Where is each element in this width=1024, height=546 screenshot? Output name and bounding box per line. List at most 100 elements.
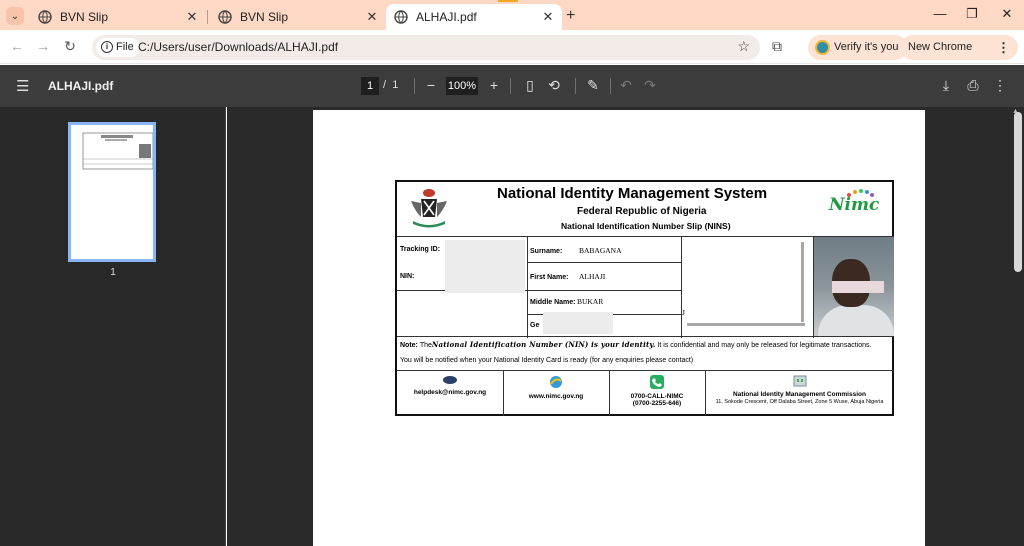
tab-strip: ⌄ BVN Slip ✕ BVN Slip ✕ ALHAJI.pdf ✕ + —… [0, 0, 1024, 30]
rotate-icon: ⟲ [548, 77, 560, 93]
footer-commission: National Identity Management Commission … [705, 371, 894, 416]
middle-name-value: BUKAR [577, 297, 604, 306]
tab-bvn-slip-2[interactable]: BVN Slip ✕ [210, 4, 386, 30]
minimize-icon: — [933, 6, 947, 21]
tab-bvn-slip-1[interactable]: BVN Slip ✕ [30, 4, 208, 30]
card-ready-notice: You will be notified when your National … [400, 357, 694, 364]
pdf-file-name: ALHAJI.pdf [48, 79, 114, 93]
more-vert-icon[interactable]: ⋮ [997, 35, 1010, 60]
tab-alhaji-pdf[interactable]: ALHAJI.pdf ✕ [386, 0, 562, 30]
first-name-label: First Name: [530, 274, 569, 281]
thumbnail-sidebar: 1 [0, 107, 226, 546]
zoom-in-button[interactable]: + [486, 77, 502, 93]
globe-icon [218, 10, 232, 24]
coat-of-arms-icon [411, 189, 447, 228]
confidentiality-note: Note: TheNational Identification Number … [400, 340, 872, 349]
extensions-button[interactable]: ⧉ [772, 38, 782, 55]
profile-avatar-icon [815, 40, 830, 55]
bookmark-star-icon[interactable]: ☆ [737, 38, 750, 55]
nimc-logo: Nimc [829, 195, 880, 215]
pdf-page: National Identity Management System Fede… [313, 110, 925, 546]
footer-website: www.nimc.gov.ng [503, 371, 609, 416]
nin-slip: National Identity Management System Fede… [395, 180, 894, 416]
redacted-id-area [445, 240, 525, 293]
phone-icon [650, 375, 664, 389]
slip-title: National Identity Management System [497, 185, 768, 202]
nin-label: NIN: [400, 273, 415, 280]
footer-email: helpdesk@nimc.gov.ng [397, 371, 503, 416]
tracking-id-label: Tracking ID: [400, 246, 441, 253]
page-number-input[interactable]: 1 [361, 77, 379, 95]
download-button[interactable]: ⤓ [938, 77, 954, 94]
browser-toolbar: ← → ↻ i File C:/Users/user/Downloads/ALH… [0, 30, 1024, 78]
web-globe-icon [550, 376, 562, 388]
surname-value: BABAGANA [579, 246, 622, 255]
tab-title: ALHAJI.pdf [416, 10, 477, 24]
thumbnail-preview [82, 132, 154, 170]
fit-page-button[interactable]: ▯ [522, 77, 538, 94]
tab-title: BVN Slip [60, 10, 109, 24]
tab-title: BVN Slip [240, 10, 289, 24]
menu-icon[interactable]: ☰ [16, 77, 29, 95]
minus-icon: − [426, 77, 436, 93]
building-icon [793, 375, 806, 387]
download-icon: ⤓ [942, 77, 950, 93]
print-button[interactable]: ⎙ [965, 77, 981, 94]
printer-icon: ⎙ [967, 77, 979, 93]
globe-icon [394, 10, 408, 24]
redo-icon: ↷ [644, 77, 656, 93]
plus-icon: + [566, 7, 576, 24]
address-mark: J [682, 308, 685, 317]
forward-button[interactable]: → [34, 38, 52, 54]
site-info-chip[interactable]: i File [96, 38, 140, 57]
slip-name: National Identification Number Slip (NIN… [561, 221, 731, 231]
restore-button[interactable]: ❐ [962, 6, 982, 22]
arrow-right-icon: → [36, 38, 50, 54]
redo-button[interactable]: ↷ [642, 77, 658, 94]
tab-search-button[interactable]: ⌄ [6, 7, 24, 25]
reload-icon: ↻ [64, 38, 76, 54]
update-chrome-button[interactable]: New Chrome available ⋮ [900, 35, 1018, 78]
verify-label: Verify it's you [834, 41, 899, 53]
url-text[interactable]: C:/Users/user/Downloads/ALHAJI.pdf [138, 40, 338, 54]
back-button[interactable]: ← [8, 38, 26, 54]
redacted-gender-area [543, 312, 613, 334]
address-bar[interactable]: i File C:/Users/user/Downloads/ALHAJI.pd… [92, 35, 760, 60]
zoom-input[interactable]: 100% [446, 77, 478, 95]
annotate-button[interactable]: ✎ [585, 77, 601, 94]
more-vert-icon: ⋮ [993, 77, 1007, 93]
pdf-toolbar: ☰ ALHAJI.pdf 1 / 1 − 100% + ▯ ⟲ ✎ ↶ ↷ ⤓ … [0, 65, 1024, 107]
info-icon: i [101, 41, 113, 53]
globe-icon [38, 10, 52, 24]
gender-label: Ge [530, 322, 540, 329]
close-tab-icon[interactable]: ✕ [540, 9, 556, 25]
puzzle-icon: ⧉ [772, 38, 782, 54]
surname-label: Surname: [530, 248, 563, 255]
chevron-down-icon: ⌄ [10, 10, 20, 22]
arrow-left-icon: ← [10, 38, 24, 54]
page-thumbnail[interactable] [68, 122, 156, 262]
middle-name-label: Middle Name: [530, 299, 576, 306]
fit-page-icon: ▯ [526, 77, 534, 93]
reload-button[interactable]: ↻ [61, 38, 79, 55]
rotate-button[interactable]: ⟲ [546, 77, 562, 94]
new-tab-button[interactable]: + [566, 7, 575, 25]
pen-icon: ✎ [587, 77, 599, 93]
zoom-out-button[interactable]: − [423, 77, 439, 93]
close-icon: ✕ [1001, 6, 1013, 21]
undo-button[interactable]: ↶ [618, 77, 634, 94]
scrollbar-thumb[interactable] [1014, 112, 1022, 272]
verify-profile-button[interactable]: Verify it's you [808, 35, 909, 60]
envelope-icon [443, 376, 457, 384]
close-tab-icon[interactable]: ✕ [364, 9, 380, 25]
plus-icon: + [489, 77, 499, 93]
footer-phone: 0700-CALL-NIMC (0700-2255-646) [609, 371, 705, 416]
close-tab-icon[interactable]: ✕ [184, 9, 200, 25]
page-count: / 1 [383, 79, 399, 91]
undo-icon: ↶ [620, 77, 632, 93]
minimize-button[interactable]: — [930, 6, 950, 21]
chip-label: File [116, 41, 134, 53]
close-window-button[interactable]: ✕ [997, 6, 1017, 22]
more-options-button[interactable]: ⋮ [992, 77, 1008, 94]
slip-subtitle: Federal Republic of Nigeria [577, 206, 707, 217]
